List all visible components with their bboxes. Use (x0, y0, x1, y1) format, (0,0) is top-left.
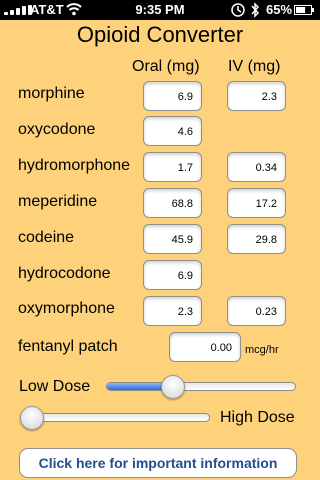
fentanyl-unit-label: mcg/hr (245, 344, 279, 356)
bluetooth-icon (251, 2, 260, 18)
iv-column-header: IV (mg) (228, 58, 281, 75)
drug-label-hydrocodone: hydrocodone (18, 265, 111, 282)
hydrocodone-oral-field[interactable]: 6.9 (143, 260, 202, 290)
high-dose-label: High Dose (220, 409, 295, 426)
drug-label-oxycodone: oxycodone (18, 121, 96, 138)
hydromorphone-oral-field[interactable]: 1.7 (143, 152, 202, 182)
meperidine-iv-field[interactable]: 17.2 (227, 188, 286, 218)
oxymorphone-iv-field[interactable]: 0.23 (227, 296, 286, 326)
page-title: Opioid Converter (76, 22, 244, 47)
meperidine-oral-field[interactable]: 68.8 (143, 188, 202, 218)
status-bar: AT&T 9:35 PM 65% (0, 0, 320, 20)
drug-label-codeine: codeine (18, 229, 75, 246)
battery-icon (294, 5, 314, 15)
fentanyl-patch-field[interactable]: 0.00 (169, 332, 241, 362)
morphine-oral-field[interactable]: 6.9 (143, 81, 202, 111)
drug-label-meperidine: meperidine (18, 193, 98, 210)
hydromorphone-iv-field[interactable]: 0.34 (227, 152, 286, 182)
drug-label-hydromorphone: hydromorphone (18, 157, 131, 174)
drug-label-fentanyl-patch: fentanyl patch (18, 338, 118, 355)
battery-percent: 65% (266, 2, 293, 17)
oxymorphone-oral-field[interactable]: 2.3 (143, 296, 202, 326)
lock-icon (231, 3, 245, 17)
codeine-oral-field[interactable]: 45.9 (143, 224, 202, 254)
drug-label-morphine: morphine (18, 85, 85, 102)
high-dose-slider-thumb[interactable] (20, 406, 44, 430)
drug-label-oxymorphone: oxymorphone (18, 300, 115, 317)
morphine-iv-field[interactable]: 2.3 (227, 81, 286, 111)
oral-column-header: Oral (mg) (132, 58, 200, 75)
dose-slider-thumb[interactable] (161, 375, 186, 399)
dose-slider[interactable] (106, 382, 296, 391)
high-dose-slider[interactable] (20, 413, 210, 422)
oxycodone-oral-field[interactable]: 4.6 (143, 116, 202, 146)
important-information-button[interactable]: Click here for important information (19, 448, 297, 478)
low-dose-label: Low Dose (19, 378, 91, 395)
codeine-iv-field[interactable]: 29.8 (227, 224, 286, 254)
